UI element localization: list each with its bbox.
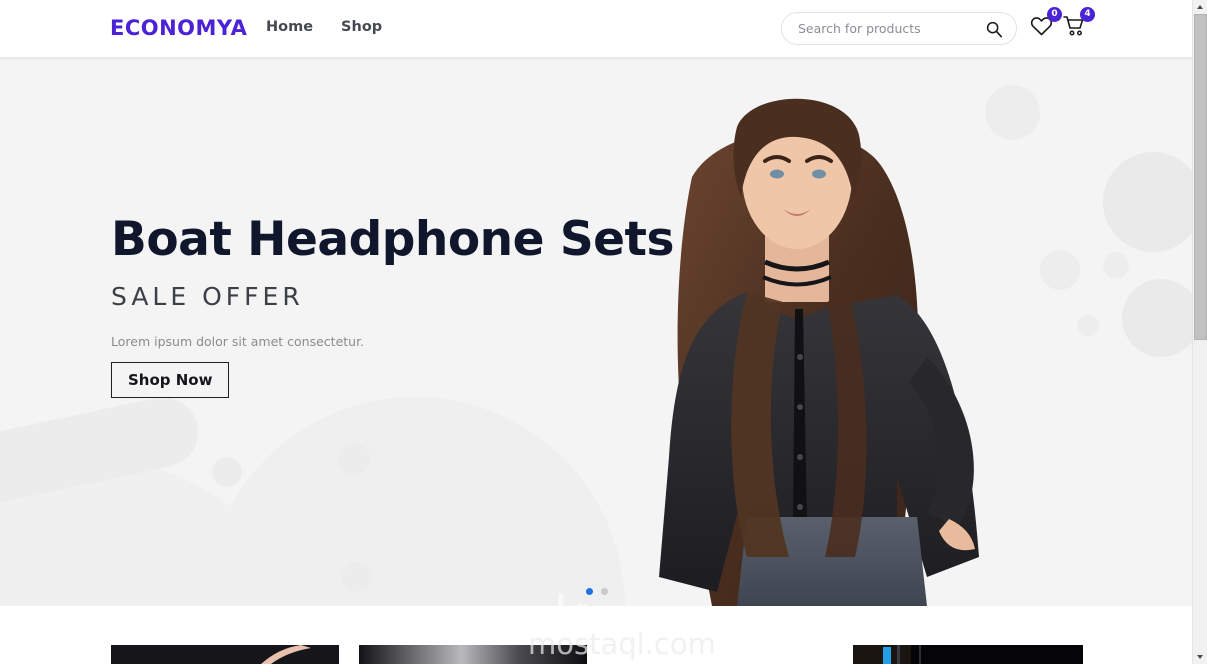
carousel-dot-1[interactable] <box>586 588 593 595</box>
hero-content: Boat Headphone Sets SALE OFFER Lorem ips… <box>111 212 675 399</box>
search-icon[interactable] <box>985 20 1003 38</box>
cart-icon <box>1062 16 1087 42</box>
cart-count-badge: 4 <box>1080 7 1095 22</box>
hero-title: Boat Headphone Sets <box>111 212 675 267</box>
shop-now-button[interactable]: Shop Now <box>111 362 230 399</box>
carousel-dot-2[interactable] <box>601 588 608 595</box>
page-viewport: ECONOMYA Home Shop Search for products 0… <box>0 0 1192 664</box>
scrollbar-thumb[interactable] <box>1194 14 1207 340</box>
chevron-down-icon <box>1196 655 1203 659</box>
cart-button[interactable]: 4 <box>1062 7 1095 42</box>
wishlist-count-badge: 0 <box>1047 7 1062 22</box>
nav-item-home[interactable]: Home <box>266 19 313 35</box>
browser-page: ECONOMYA Home Shop Search for products 0… <box>0 0 1207 664</box>
scroll-down-button[interactable] <box>1193 650 1207 664</box>
carousel-dots <box>586 588 608 595</box>
vertical-scrollbar[interactable] <box>1192 0 1207 664</box>
hero-subtitle: SALE OFFER <box>111 282 304 312</box>
wishlist-button[interactable]: 0 <box>1029 7 1062 42</box>
search-input[interactable] <box>798 13 978 44</box>
hero-slider[interactable]: Boat Headphone Sets SALE OFFER Lorem ips… <box>0 57 1192 606</box>
product-card-1[interactable] <box>111 645 339 664</box>
heart-icon <box>1029 17 1054 42</box>
site-logo[interactable]: ECONOMYA <box>110 16 247 40</box>
chevron-up-icon <box>1196 5 1203 9</box>
product-strip <box>0 606 1192 664</box>
hero-description: Lorem ipsum dolor sit amet consectetur. <box>111 334 365 350</box>
scroll-up-button[interactable] <box>1193 0 1207 14</box>
product-card-3[interactable] <box>853 645 1083 664</box>
nav-item-shop[interactable]: Shop <box>341 19 382 35</box>
search-bar[interactable] <box>781 12 1017 45</box>
product-card-2[interactable] <box>359 645 587 664</box>
main-navigation: Home Shop <box>266 19 382 35</box>
site-header: ECONOMYA Home Shop Search for products 0… <box>0 0 1192 57</box>
